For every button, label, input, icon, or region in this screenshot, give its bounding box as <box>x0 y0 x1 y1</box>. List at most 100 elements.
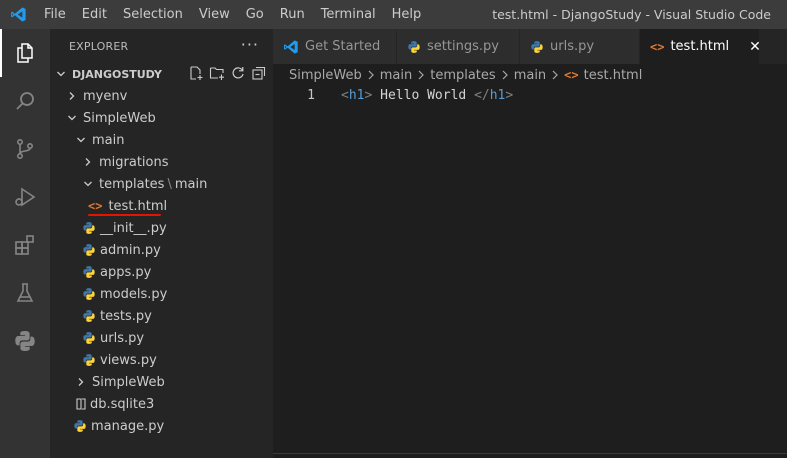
source-control-icon[interactable] <box>0 125 50 173</box>
python-file-icon <box>530 40 544 54</box>
tab-settings-py[interactable]: settings.py <box>397 29 520 64</box>
file-test-html[interactable]: <> test.html <box>50 195 273 217</box>
chevron-right-icon <box>74 377 88 387</box>
file-tests-py[interactable]: tests.py <box>50 305 273 327</box>
chevron-down-icon <box>74 135 88 145</box>
tab-label: test.html <box>670 39 730 54</box>
menu-terminal[interactable]: Terminal <box>313 0 384 29</box>
menu-selection[interactable]: Selection <box>115 0 191 29</box>
folder-templates-main[interactable]: templates \ main <box>50 173 273 195</box>
vscode-logo-icon <box>0 0 36 29</box>
python-file-icon <box>73 419 87 433</box>
line-number: 1 <box>307 88 315 103</box>
python-file-icon <box>82 309 96 323</box>
horizontal-scrollbar[interactable] <box>273 453 787 454</box>
folder-main[interactable]: main <box>50 129 273 151</box>
folder-label: main <box>92 132 125 148</box>
menu-run[interactable]: Run <box>272 0 313 29</box>
tag-bracket: > <box>505 88 514 103</box>
testing-icon[interactable] <box>0 269 50 317</box>
html-file-icon: <> <box>650 39 665 54</box>
menu-view[interactable]: View <box>191 0 238 29</box>
breadcrumb-item[interactable]: test.html <box>584 68 643 83</box>
tag-bracket: < <box>341 88 349 103</box>
file-apps-py[interactable]: apps.py <box>50 261 273 283</box>
new-file-icon[interactable] <box>188 65 204 84</box>
search-icon[interactable] <box>0 77 50 125</box>
file-label: apps.py <box>100 264 152 280</box>
python-icon[interactable] <box>0 317 50 365</box>
breadcrumb-item[interactable]: SimpleWeb <box>289 68 362 83</box>
explorer-title: EXPLORER <box>69 39 129 53</box>
breadcrumb: SimpleWeb main templates main <> test.ht… <box>273 64 787 86</box>
file-db-sqlite3[interactable]: db.sqlite3 <box>50 393 273 415</box>
run-debug-icon[interactable] <box>0 173 50 221</box>
red-underline-annotation <box>88 214 161 216</box>
file-label: tests.py <box>100 308 152 324</box>
tab-bar: Get Started settings.py urls.py <> test.… <box>273 29 787 64</box>
tab-label: urls.py <box>550 39 595 54</box>
breadcrumb-item[interactable]: templates <box>430 68 495 83</box>
file-urls-py[interactable]: urls.py <box>50 327 273 349</box>
chevron-right-icon <box>501 70 509 80</box>
breadcrumb-item[interactable]: main <box>380 68 412 83</box>
editor-area: Get Started settings.py urls.py <> test.… <box>273 29 787 458</box>
python-file-icon <box>407 40 421 54</box>
html-file-icon: <> <box>88 199 103 213</box>
file-init-py[interactable]: __init__.py <box>50 217 273 239</box>
file-admin-py[interactable]: admin.py <box>50 239 273 261</box>
code-editor[interactable]: 1 <h1> Hello World </h1> <box>273 86 787 105</box>
activity-bar <box>0 29 50 458</box>
tab-label: settings.py <box>427 39 499 54</box>
database-file-icon <box>74 397 88 411</box>
python-file-icon <box>82 221 96 235</box>
chevron-down-icon <box>81 179 95 189</box>
file-models-py[interactable]: models.py <box>50 283 273 305</box>
workspace-section[interactable]: DJANGOSTUDY <box>50 63 273 85</box>
more-actions-icon[interactable]: ··· <box>241 35 259 54</box>
tab-urls-py[interactable]: urls.py <box>520 29 640 64</box>
code-line: 1 <h1> Hello World </h1> <box>273 86 787 105</box>
chevron-right-icon <box>81 157 95 167</box>
path-separator-icon: \ <box>167 176 172 192</box>
folder-label: main <box>174 176 208 192</box>
refresh-icon[interactable] <box>230 65 246 84</box>
collapse-all-icon[interactable] <box>251 65 267 84</box>
new-folder-icon[interactable] <box>209 65 225 84</box>
folder-label: templates <box>99 176 165 192</box>
menu-help[interactable]: Help <box>384 0 430 29</box>
file-label: views.py <box>100 352 157 368</box>
folder-myenv[interactable]: myenv <box>50 85 273 107</box>
python-file-icon <box>82 265 96 279</box>
folder-label: SimpleWeb <box>83 110 156 126</box>
menu-edit[interactable]: Edit <box>74 0 115 29</box>
folder-migrations[interactable]: migrations <box>50 151 273 173</box>
menu-file[interactable]: File <box>36 0 74 29</box>
workspace-title: DJANGOSTUDY <box>72 67 162 81</box>
html-file-icon: <> <box>564 68 579 82</box>
close-icon[interactable]: ✕ <box>749 39 761 55</box>
chevron-right-icon <box>417 70 425 80</box>
menu-go[interactable]: Go <box>238 0 272 29</box>
chevron-right-icon <box>65 91 79 101</box>
file-label: admin.py <box>100 242 161 258</box>
file-manage-py[interactable]: manage.py <box>50 415 273 437</box>
file-label: db.sqlite3 <box>90 396 155 412</box>
tag-name: h1 <box>489 88 506 103</box>
explorer-icon[interactable] <box>0 29 50 77</box>
extensions-icon[interactable] <box>0 221 50 269</box>
file-label: models.py <box>100 286 168 302</box>
folder-simpleweb[interactable]: SimpleWeb <box>50 107 273 129</box>
chevron-right-icon <box>551 70 559 80</box>
folder-label: myenv <box>83 88 128 104</box>
folder-simpleweb-inner[interactable]: SimpleWeb <box>50 371 273 393</box>
tag-name: h1 <box>348 88 365 103</box>
python-file-icon <box>82 331 96 345</box>
breadcrumb-item[interactable]: main <box>514 68 546 83</box>
file-views-py[interactable]: views.py <box>50 349 273 371</box>
tab-get-started[interactable]: Get Started <box>273 29 397 64</box>
tag-bracket: </ <box>474 88 490 103</box>
chevron-right-icon <box>367 70 375 80</box>
tab-test-html[interactable]: <> test.html ✕ <box>640 29 761 64</box>
text-content: Hello World <box>372 88 475 103</box>
